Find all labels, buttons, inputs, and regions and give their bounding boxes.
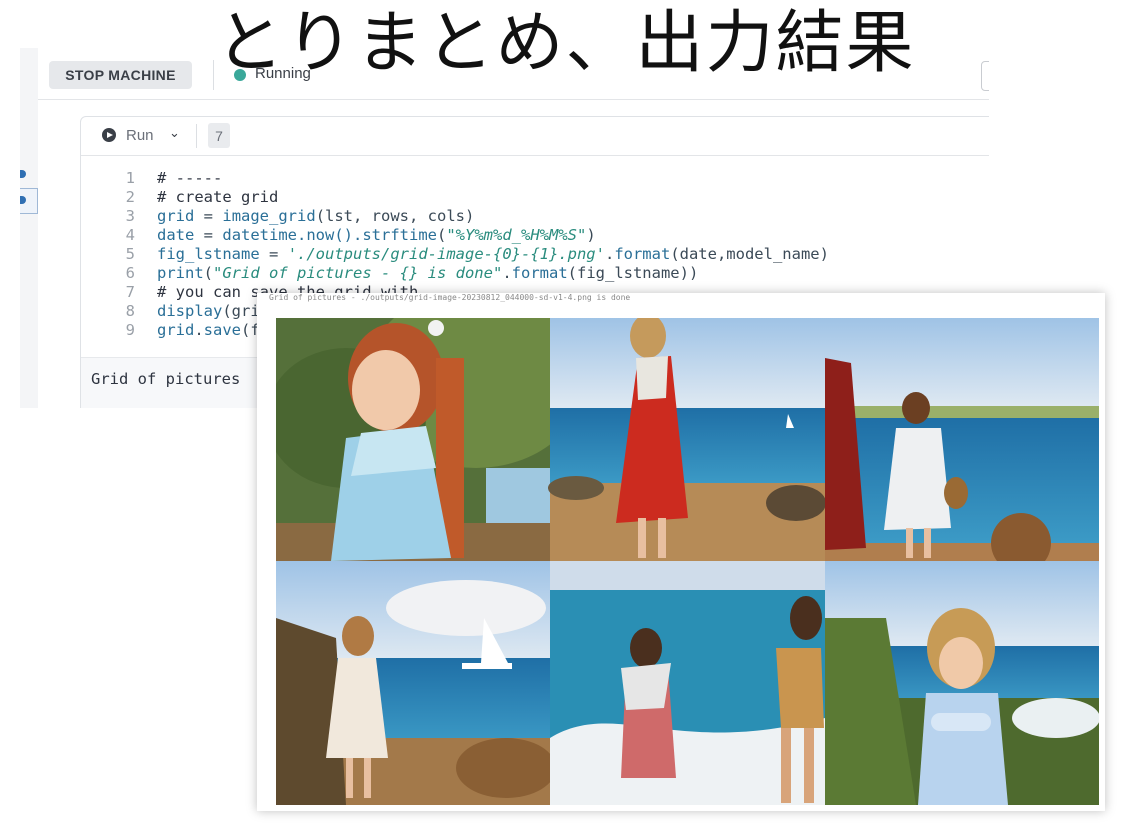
line-number: 2	[125, 188, 135, 206]
grid-tile-6	[825, 561, 1099, 805]
code-text: grid = image_grid(lst, rows, cols)	[157, 207, 475, 225]
line-number: 9	[125, 321, 135, 339]
code-line[interactable]: 3 grid = image_grid(lst, rows, cols)	[81, 207, 989, 226]
code-line[interactable]: 4 date = datetime.now().strftime("%Y%m%d_…	[81, 226, 989, 245]
line-number: 4	[125, 226, 135, 244]
line-number: 7	[125, 283, 135, 301]
output-image-panel: Grid of pictures - ./outputs/grid-image-…	[257, 293, 1105, 811]
chevron-down-icon[interactable]: ⌄	[169, 126, 180, 141]
execution-count: 7	[208, 123, 230, 148]
code-line[interactable]: 2 # create grid	[81, 188, 989, 207]
code-text: # create grid	[157, 188, 279, 206]
run-button[interactable]: Run	[126, 127, 154, 144]
code-text: print("Grid of pictures - {} is done".fo…	[157, 264, 699, 282]
code-text: fig_lstname = './outputs/grid-image-{0}-…	[157, 245, 829, 263]
line-number: 3	[125, 207, 135, 225]
play-icon[interactable]	[102, 128, 116, 142]
code-text: date = datetime.now().strftime("%Y%m%d_%…	[157, 226, 596, 244]
grid-tile-4	[276, 561, 556, 805]
image-grid	[276, 318, 1099, 805]
code-line[interactable]: 1 # -----	[81, 169, 989, 188]
left-gutter	[20, 48, 38, 408]
cell-toolbar: Run ⌄ 7	[81, 117, 989, 156]
toolbar-divider	[196, 124, 197, 148]
line-number: 1	[125, 169, 135, 187]
slide-title: とりまとめ、出力結果	[215, 4, 916, 83]
line-number: 8	[125, 302, 135, 320]
gutter-marker[interactable]	[20, 170, 26, 178]
output-text: Grid of pictures	[91, 370, 241, 388]
output-caption: Grid of pictures - ./outputs/grid-image-…	[269, 293, 631, 302]
line-number: 5	[125, 245, 135, 263]
code-line[interactable]: 5 fig_lstname = './outputs/grid-image-{0}…	[81, 245, 989, 264]
code-text: # -----	[157, 169, 223, 187]
line-number: 6	[125, 264, 135, 282]
grid-tile-1	[276, 318, 586, 561]
code-line[interactable]: 6 print("Grid of pictures - {} is done".f…	[81, 264, 989, 283]
grid-tile-3	[825, 318, 1099, 573]
grid-tile-5	[550, 561, 825, 805]
grid-tile-2	[548, 318, 826, 561]
